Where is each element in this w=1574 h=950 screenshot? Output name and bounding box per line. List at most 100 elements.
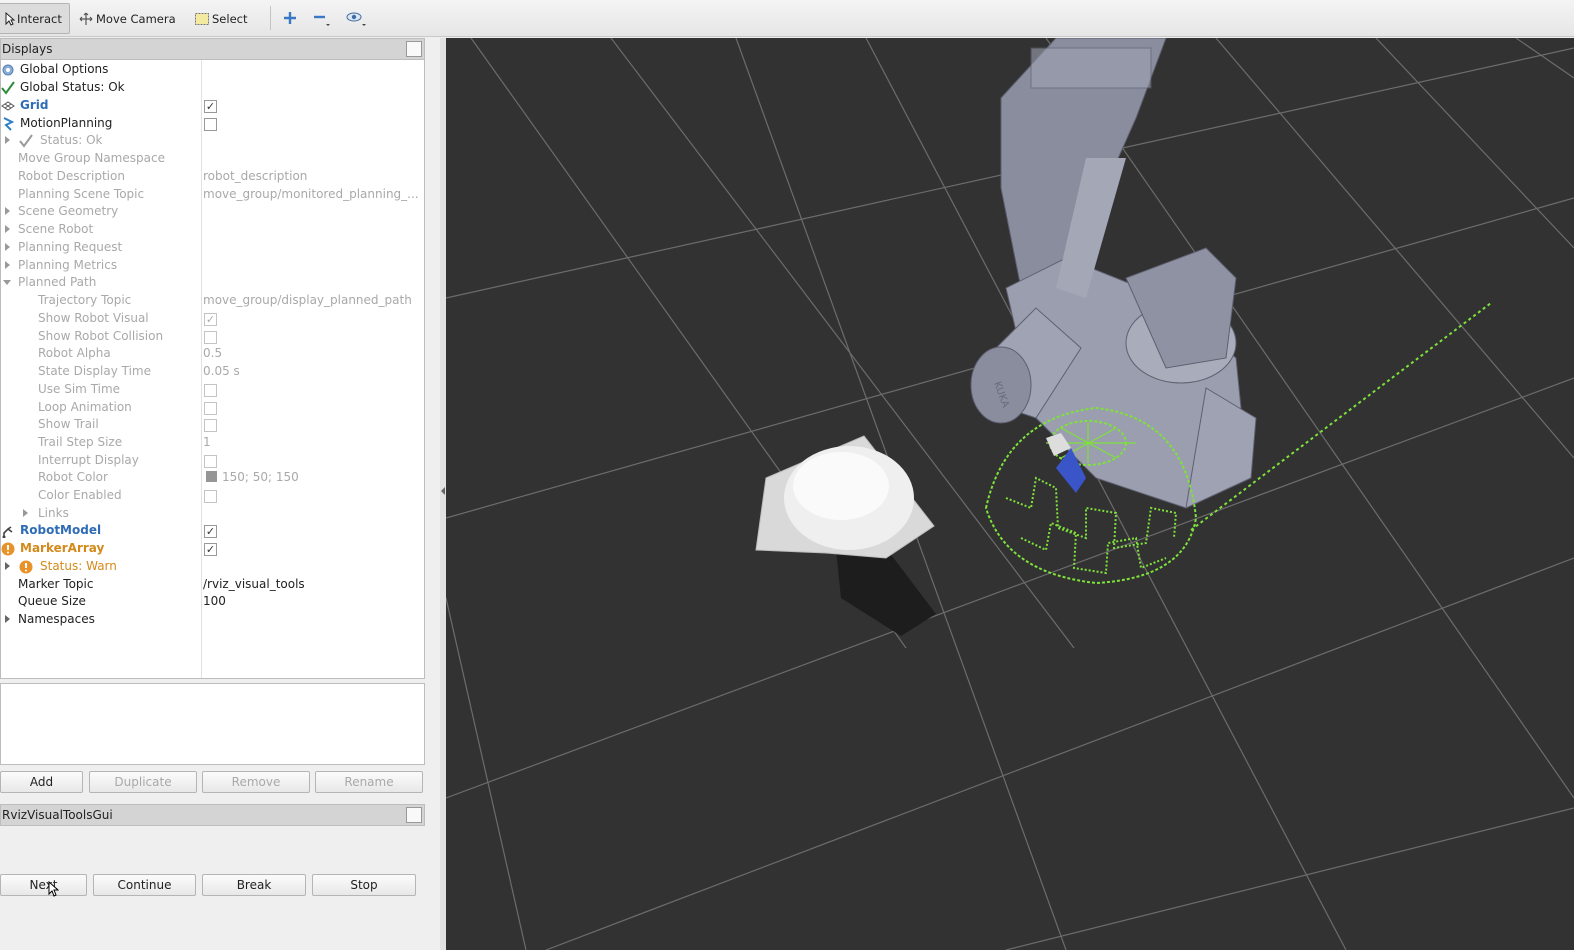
tree-row-global-options[interactable]: Global Options	[1, 61, 424, 79]
tree-row-namespaces[interactable]: Namespaces	[1, 611, 424, 629]
use-sim-time-checkbox[interactable]	[204, 384, 217, 397]
tree-row-interrupt-display[interactable]: Interrupt Display	[1, 452, 424, 470]
interact-label: Interact	[17, 11, 62, 26]
select-tool-button[interactable]: Select	[188, 3, 253, 34]
interrupt-display-checkbox[interactable]	[204, 455, 217, 468]
expand-arrow-icon[interactable]	[5, 225, 10, 233]
warning-icon	[1, 542, 15, 556]
row-label: Global Options	[20, 62, 109, 76]
expand-arrow-icon[interactable]	[5, 615, 10, 623]
remove-button[interactable]: Remove	[202, 771, 310, 793]
undock-button[interactable]	[406, 807, 422, 823]
row-label: Namespaces	[18, 612, 95, 626]
expand-arrow-icon[interactable]	[5, 136, 10, 144]
continue-button[interactable]: Continue	[93, 874, 196, 896]
show-trail-checkbox[interactable]	[204, 419, 217, 432]
row-label: Status: Ok	[40, 133, 103, 147]
collapse-arrow-icon[interactable]	[3, 280, 11, 285]
tree-row-state-display-time[interactable]: State Display Time 0.05 s	[1, 363, 424, 381]
displays-tree[interactable]: Global Options Global Status: Ok Grid ✓ …	[0, 60, 425, 679]
tree-row-trail-step-size[interactable]: Trail Step Size 1	[1, 434, 424, 452]
tree-row-queue-size[interactable]: Queue Size 100	[1, 593, 424, 611]
tree-row-grid[interactable]: Grid ✓	[1, 97, 424, 115]
tree-row-show-trail[interactable]: Show Trail	[1, 416, 424, 434]
tree-row-motionplanning[interactable]: MotionPlanning	[1, 115, 424, 133]
tree-row-scene-robot[interactable]: Scene Robot	[1, 221, 424, 239]
row-label: State Display Time	[38, 364, 151, 378]
tree-row-robotmodel[interactable]: RobotModel ✓	[1, 522, 424, 540]
row-value[interactable]: 100	[203, 594, 226, 608]
row-label: Trajectory Topic	[38, 293, 132, 307]
row-value[interactable]: move_group/display_planned_path	[203, 293, 412, 307]
tree-row-markerarray[interactable]: MarkerArray ✓	[1, 540, 424, 558]
tree-row-global-status[interactable]: Global Status: Ok	[1, 79, 424, 97]
next-button[interactable]: Next	[0, 874, 87, 896]
tree-row-robot-color[interactable]: Robot Color 150; 50; 150	[1, 469, 424, 487]
tree-row-planned-path[interactable]: Planned Path	[1, 274, 424, 292]
tree-row-show-robot-collision[interactable]: Show Robot Collision	[1, 328, 424, 346]
row-value[interactable]: move_group/monitored_planning_...	[203, 187, 419, 201]
tree-row-move-group-namespace[interactable]: Move Group Namespace	[1, 150, 424, 168]
mouse-cursor-icon	[48, 881, 59, 897]
description-box	[0, 683, 425, 765]
row-value[interactable]: 0.05 s	[203, 364, 240, 378]
expand-arrow-icon[interactable]	[5, 207, 10, 215]
duplicate-button[interactable]: Duplicate	[89, 771, 197, 793]
color-enabled-checkbox[interactable]	[204, 490, 217, 503]
robot-model-icon	[2, 526, 13, 538]
tree-row-planning-request[interactable]: Planning Request	[1, 239, 424, 257]
tree-row-marker-topic[interactable]: Marker Topic /rviz_visual_tools	[1, 576, 424, 594]
row-label: Scene Geometry	[18, 204, 119, 218]
camera-type-button[interactable]	[344, 8, 368, 28]
row-label: Queue Size	[18, 594, 86, 608]
expand-arrow-icon[interactable]	[5, 261, 10, 269]
interact-tool-button[interactable]: Interact	[0, 3, 70, 34]
add-button[interactable]: Add	[0, 771, 83, 793]
undock-button[interactable]	[406, 41, 422, 57]
row-label: Marker Topic	[18, 577, 94, 591]
move-camera-tool-button[interactable]: Move Camera	[72, 3, 182, 34]
expand-arrow-icon[interactable]	[23, 509, 28, 517]
stop-button[interactable]: Stop	[312, 874, 416, 896]
tree-row-links[interactable]: Links	[1, 505, 424, 523]
select-label: Select	[212, 11, 248, 26]
tree-row-planning-metrics[interactable]: Planning Metrics	[1, 257, 424, 275]
show-robot-visual-checkbox[interactable]: ✓	[204, 313, 217, 326]
row-value[interactable]: /rviz_visual_tools	[203, 577, 305, 591]
tree-row-planning-scene-topic[interactable]: Planning Scene Topic move_group/monitore…	[1, 186, 424, 204]
grid-icon	[1, 101, 15, 111]
row-label: Planning Request	[18, 240, 123, 254]
robotmodel-checkbox[interactable]: ✓	[204, 525, 217, 538]
tree-row-scene-geometry[interactable]: Scene Geometry	[1, 203, 424, 221]
row-label: Planning Scene Topic	[18, 187, 145, 201]
row-value[interactable]: 0.5	[203, 346, 222, 360]
toolbar-separator	[270, 6, 271, 30]
show-robot-collision-checkbox[interactable]	[204, 331, 217, 344]
expand-arrow-icon[interactable]	[5, 243, 10, 251]
row-label: Show Robot Collision	[38, 329, 164, 343]
grid-checkbox[interactable]: ✓	[204, 100, 217, 113]
tree-row-trajectory-topic[interactable]: Trajectory Topic move_group/display_plan…	[1, 292, 424, 310]
markerarray-checkbox[interactable]: ✓	[204, 543, 217, 556]
tree-row-loop-animation[interactable]: Loop Animation	[1, 399, 424, 417]
expand-arrow-icon[interactable]	[5, 562, 10, 570]
3d-viewport[interactable]: KUKA	[446, 38, 1574, 950]
tree-row-robot-alpha[interactable]: Robot Alpha 0.5	[1, 345, 424, 363]
scene: KUKA	[446, 38, 1574, 950]
tree-row-color-enabled[interactable]: Color Enabled	[1, 487, 424, 505]
add-tool-button[interactable]	[278, 8, 302, 28]
tree-row-show-robot-visual[interactable]: Show Robot Visual ✓	[1, 310, 424, 328]
row-value[interactable]: 150; 50; 150	[206, 470, 299, 484]
tree-row-status-warn[interactable]: Status: Warn	[1, 558, 424, 576]
break-button[interactable]: Break	[202, 874, 306, 896]
tree-row-status-ok[interactable]: Status: Ok	[1, 132, 424, 150]
tree-row-robot-description[interactable]: Robot Description robot_description	[1, 168, 424, 186]
row-value[interactable]: 1	[203, 435, 211, 449]
rename-button[interactable]: Rename	[315, 771, 423, 793]
loop-animation-checkbox[interactable]	[204, 402, 217, 415]
robot-arm	[970, 38, 1257, 509]
motionplanning-checkbox[interactable]	[204, 118, 217, 131]
remove-tool-button[interactable]	[310, 8, 334, 28]
row-value[interactable]: robot_description	[203, 169, 307, 183]
tree-row-use-sim-time[interactable]: Use Sim Time	[1, 381, 424, 399]
